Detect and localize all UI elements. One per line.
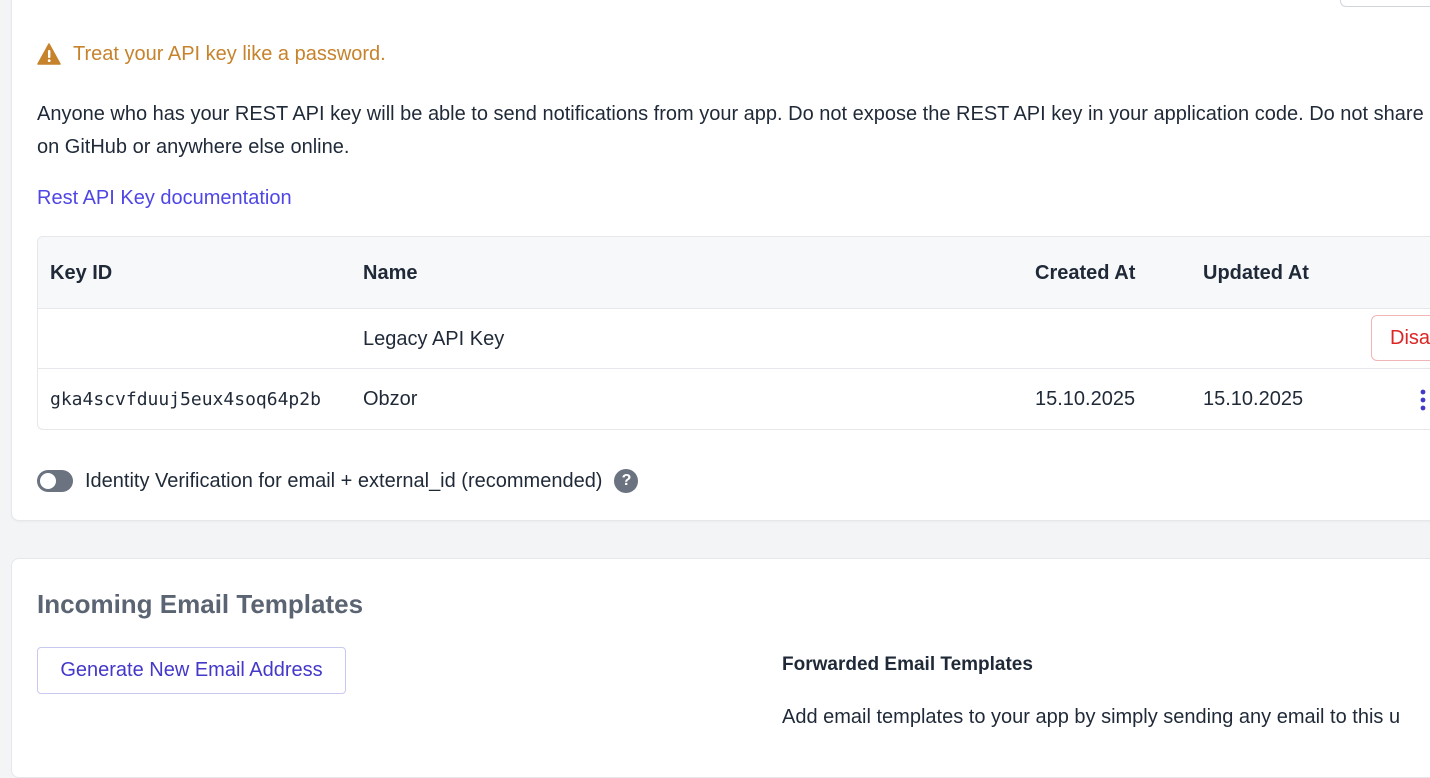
help-icon[interactable]: ? [614,469,639,493]
toggle-knob [40,473,56,489]
api-key-description: Anyone who has your REST API key will be… [37,103,1430,158]
header-key-id: Key ID [50,262,113,284]
warning-text: Treat your API key like a password. [73,43,386,65]
top-action-button[interactable] [1340,0,1430,7]
forwarded-templates-description: Add email templates to your app by simpl… [782,706,1401,728]
forwarded-templates-title: Forwarded Email Templates [782,654,1033,675]
header-updated-at: Updated At [1203,262,1309,284]
email-templates-card: Incoming Email Templates Generate New Em… [11,558,1430,778]
header-name: Name [363,262,418,284]
table-row: gka4scvfduuj5eux4soq64p2b Obzor 15.10.20… [38,369,1430,429]
identity-verification-toggle[interactable] [37,470,73,492]
header-created-at: Created At [1035,262,1136,284]
identity-verification-row: Identity Verification for email + extern… [37,468,639,494]
table-header: Key ID Name Created At Updated At [38,237,1430,309]
api-key-warning: Treat your API key like a password. [37,41,386,67]
api-keys-table: Key ID Name Created At Updated At Legacy… [37,236,1430,430]
rest-api-key-doc-link[interactable]: Rest API Key documentation [37,185,292,211]
section-title: Incoming Email Templates [37,589,364,619]
cell-key-id: gka4scvfduuj5eux4soq64p2b [50,389,321,410]
cell-name: Obzor [363,388,418,410]
cell-name: Legacy API Key [363,328,505,350]
table-row: Legacy API Key Disable [38,309,1430,369]
cell-created-at: 15.10.2025 [1035,388,1136,410]
cell-updated-at: 15.10.2025 [1203,388,1304,410]
disable-key-button[interactable]: Disable [1371,315,1430,361]
warning-icon [37,43,61,65]
kebab-menu-icon[interactable] [1414,388,1430,412]
api-keys-card: Treat your API key like a password. Anyo… [11,0,1430,521]
identity-verification-label: Identity Verification for email + extern… [85,470,603,492]
generate-email-address-button[interactable]: Generate New Email Address [37,647,346,694]
